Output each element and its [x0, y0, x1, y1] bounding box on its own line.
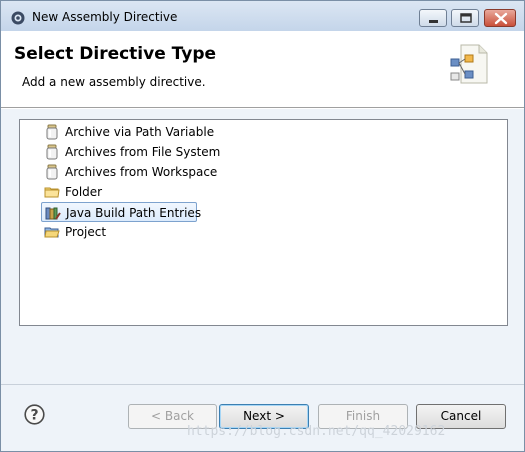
svg-text:?: ?: [30, 408, 38, 424]
window-title: New Assembly Directive: [32, 10, 178, 24]
title-bar[interactable]: New Assembly Directive: [1, 1, 524, 31]
project-folder-icon: [44, 227, 60, 238]
maximize-button[interactable]: [451, 9, 479, 27]
java-library-icon: [45, 207, 61, 220]
close-button[interactable]: [484, 9, 516, 27]
wizard-header: Select Directive Type Add a new assembly…: [1, 31, 524, 107]
minimize-icon: [429, 20, 438, 23]
directive-type-list[interactable]: Archive via Path Variable Archives from …: [19, 119, 508, 326]
jar-icon: [46, 124, 58, 140]
close-icon: [494, 12, 508, 25]
folder-icon: [44, 187, 60, 198]
button-bar-separator: [1, 384, 524, 385]
minimize-button[interactable]: [419, 9, 447, 27]
watermark-text: https://blog.csdn.net/qq_42029162: [187, 424, 446, 439]
dialog-window: New Assembly Directive Select Directive …: [0, 0, 525, 452]
list-item-label: Java Build Path Entries: [66, 206, 202, 220]
list-item-label: Archives from Workspace: [65, 165, 218, 179]
list-item-java-build-path-entries[interactable]: Java Build Path Entries: [41, 202, 201, 222]
page-title: Select Directive Type: [14, 44, 217, 64]
list-item-label: Project: [65, 225, 107, 239]
jar-icon: [46, 144, 58, 160]
assembly-wizard-icon: [450, 44, 488, 84]
list-item-label: Folder: [65, 185, 103, 199]
list-item-label: Archives from File System: [65, 145, 221, 159]
list-item-label: Archive via Path Variable: [65, 125, 215, 139]
maximize-icon: [460, 13, 472, 23]
eclipse-gear-icon: [11, 11, 25, 25]
jar-icon: [46, 164, 58, 180]
page-description: Add a new assembly directive.: [22, 75, 206, 89]
help-icon[interactable]: ?: [24, 404, 45, 425]
